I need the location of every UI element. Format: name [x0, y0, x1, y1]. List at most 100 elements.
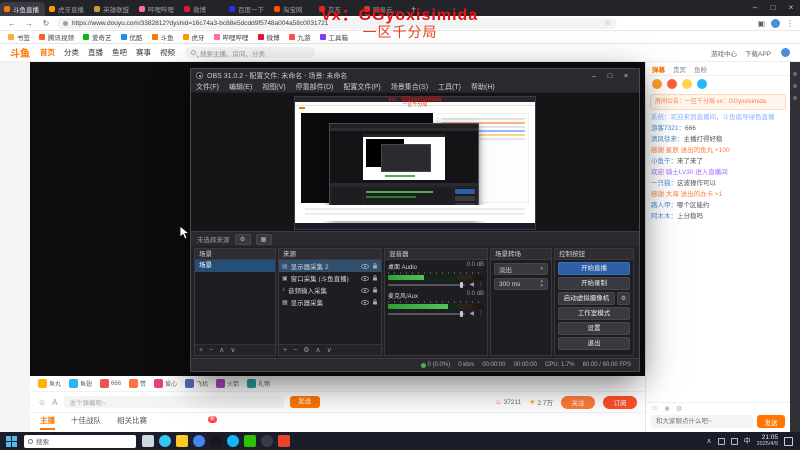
chat-username[interactable]: 游客7321：	[651, 125, 685, 132]
speaker-icon[interactable]: ◀	[469, 281, 474, 288]
site-nav-item[interactable]: 视频	[160, 47, 175, 58]
preview-snap-icon[interactable]: ▦	[255, 233, 272, 245]
volume-slider[interactable]	[388, 310, 466, 317]
taskbar-app-icon[interactable]	[193, 435, 205, 447]
exit-button[interactable]: 退出	[558, 337, 630, 350]
gift-item[interactable]: 火箭	[216, 379, 239, 388]
gift-item[interactable]: 飞机	[185, 379, 208, 388]
source-item[interactable]: ♪ 音频输入采集	[279, 284, 381, 296]
visibility-icon[interactable]	[361, 263, 369, 269]
source-item[interactable]: ▤ 显示器采集 2	[279, 260, 381, 272]
taskbar-search[interactable]: 搜索	[24, 434, 136, 448]
obs-preview[interactable]: vx：GGyoxisimida 一区千分局	[191, 93, 639, 231]
activity-icon[interactable]	[697, 79, 707, 89]
taskbar-app-icon[interactable]	[159, 435, 171, 447]
chat-tab[interactable]: 鱼粉	[694, 64, 707, 74]
user-avatar[interactable]	[781, 48, 790, 57]
visibility-icon[interactable]	[361, 299, 369, 305]
chat-username[interactable]: 清风徐来：	[651, 136, 684, 143]
chat-tab[interactable]: 弹幕	[652, 64, 665, 74]
site-nav-item[interactable]: 赛事	[136, 47, 151, 58]
site-header-link[interactable]: 下载APP	[745, 48, 771, 58]
input-language[interactable]: 中	[744, 436, 751, 446]
site-nav-item[interactable]: 鱼吧	[112, 47, 127, 58]
obs-minimize-button[interactable]: –	[586, 69, 602, 82]
start-recording-button[interactable]: 开始录制	[558, 277, 630, 290]
taskbar-clock[interactable]: 21:05 2025/4/9	[757, 434, 778, 448]
danmu-input[interactable]: 发个弹幕呗~	[63, 396, 284, 408]
source-item[interactable]: ▦ 显示器采集	[279, 296, 381, 308]
volume-icon[interactable]	[730, 437, 738, 445]
rail-icon[interactable]	[793, 72, 797, 76]
obs-menu-item[interactable]: 配置文件(P)	[338, 82, 385, 92]
taskbar-app-icon[interactable]	[142, 435, 154, 447]
gift-item[interactable]: 爱心	[154, 379, 177, 388]
room-tab[interactable]: 主播	[40, 415, 55, 430]
rail-icon[interactable]	[793, 84, 797, 88]
add-scene-icon[interactable]: +	[199, 347, 203, 354]
chat-input[interactable]	[651, 415, 753, 428]
lock-icon[interactable]	[372, 275, 378, 281]
activity-icon[interactable]	[652, 79, 662, 89]
source-up-icon[interactable]: ∧	[315, 346, 320, 354]
lock-icon[interactable]	[372, 287, 378, 293]
gift-item[interactable]: 鱼丸	[38, 379, 61, 388]
add-source-icon[interactable]: +	[283, 347, 287, 354]
obs-menu-item[interactable]: 停靠部件(D)	[291, 82, 339, 92]
font-style-icon[interactable]: A	[52, 398, 57, 407]
chat-send-button[interactable]: 发送	[757, 415, 785, 428]
gift-item[interactable]: 鱼翅	[69, 379, 92, 388]
obs-maximize-button[interactable]: □	[602, 69, 618, 82]
site-header-link[interactable]: 游戏中心	[711, 48, 737, 58]
lock-icon[interactable]	[372, 299, 378, 305]
gift-item[interactable]: 赞	[129, 379, 146, 388]
chat-tab[interactable]: 贵宾	[673, 64, 686, 74]
scene-up-icon[interactable]: ∧	[219, 346, 224, 354]
obs-menu-item[interactable]: 帮助(H)	[466, 82, 500, 92]
obs-menu-item[interactable]: 编辑(E)	[224, 82, 257, 92]
preview-settings-icon[interactable]: ⚙	[234, 233, 251, 245]
virtual-camera-button[interactable]: 启动虚拟摄像机	[558, 292, 615, 305]
source-properties-icon[interactable]: ⚙	[303, 346, 309, 354]
channel-options-icon[interactable]: ⋮	[478, 310, 484, 317]
transition-duration[interactable]: 300 ms ▴ ▾	[494, 278, 548, 290]
tray-chevron-icon[interactable]: ∧	[706, 437, 711, 445]
remove-scene-icon[interactable]: −	[209, 347, 213, 354]
speaker-icon[interactable]: ◀	[469, 310, 474, 317]
spinner-arrows[interactable]: ▴ ▾	[540, 279, 543, 289]
chat-gift-icon[interactable]: ❀	[664, 405, 670, 413]
transition-select[interactable]: 淡出 ▾	[494, 263, 548, 275]
taskbar-app-icon[interactable]	[227, 435, 239, 447]
source-down-icon[interactable]: ∨	[327, 346, 332, 354]
gift-item[interactable]: 礼物	[247, 379, 270, 388]
studio-mode-button[interactable]: 工作室模式	[558, 307, 630, 320]
room-tab[interactable]: 十佳战队	[71, 415, 101, 430]
notification-center-icon[interactable]	[784, 436, 793, 446]
obs-titlebar[interactable]: OBS 31.0.2 - 配置文件: 未命名 - 场景: 未命名 – □ ×	[191, 69, 639, 82]
site-nav-item[interactable]: 首页	[40, 47, 55, 58]
taskbar-app-icon[interactable]	[261, 435, 273, 447]
spin-down-icon[interactable]: ▾	[540, 284, 543, 289]
rail-icon[interactable]	[793, 96, 797, 100]
virtual-camera-settings-icon[interactable]: ⚙	[617, 292, 630, 305]
lock-icon[interactable]	[372, 263, 378, 269]
site-logo[interactable]: 斗鱼	[10, 45, 30, 60]
site-search[interactable]: 搜索主播、房间、分类	[185, 47, 315, 58]
obs-menu-item[interactable]: 视图(V)	[257, 82, 290, 92]
settings-button[interactable]: 设置	[558, 322, 630, 335]
chat-username[interactable]: 小鱼干：	[651, 158, 677, 165]
danmu-send-button[interactable]: 发送	[289, 396, 320, 408]
emoji-icon[interactable]: ☺	[38, 398, 46, 407]
taskbar-app-icon[interactable]	[278, 435, 290, 447]
chat-username[interactable]: 路人甲：	[651, 202, 677, 209]
chat-settings-icon[interactable]: ⚙	[676, 405, 682, 413]
follow-button[interactable]: 关注	[561, 395, 595, 409]
taskbar-app-icon[interactable]	[176, 435, 188, 447]
gift-item[interactable]: 666	[100, 379, 121, 388]
chat-username[interactable]: 一只猫：	[651, 180, 677, 187]
activity-icon[interactable]	[682, 79, 692, 89]
chat-username[interactable]: 阿木木：	[651, 213, 677, 220]
source-item[interactable]: ▣ 窗口采集 (斗鱼直播)	[279, 272, 381, 284]
visibility-icon[interactable]	[361, 287, 369, 293]
scene-item[interactable]: 场景	[195, 260, 275, 272]
